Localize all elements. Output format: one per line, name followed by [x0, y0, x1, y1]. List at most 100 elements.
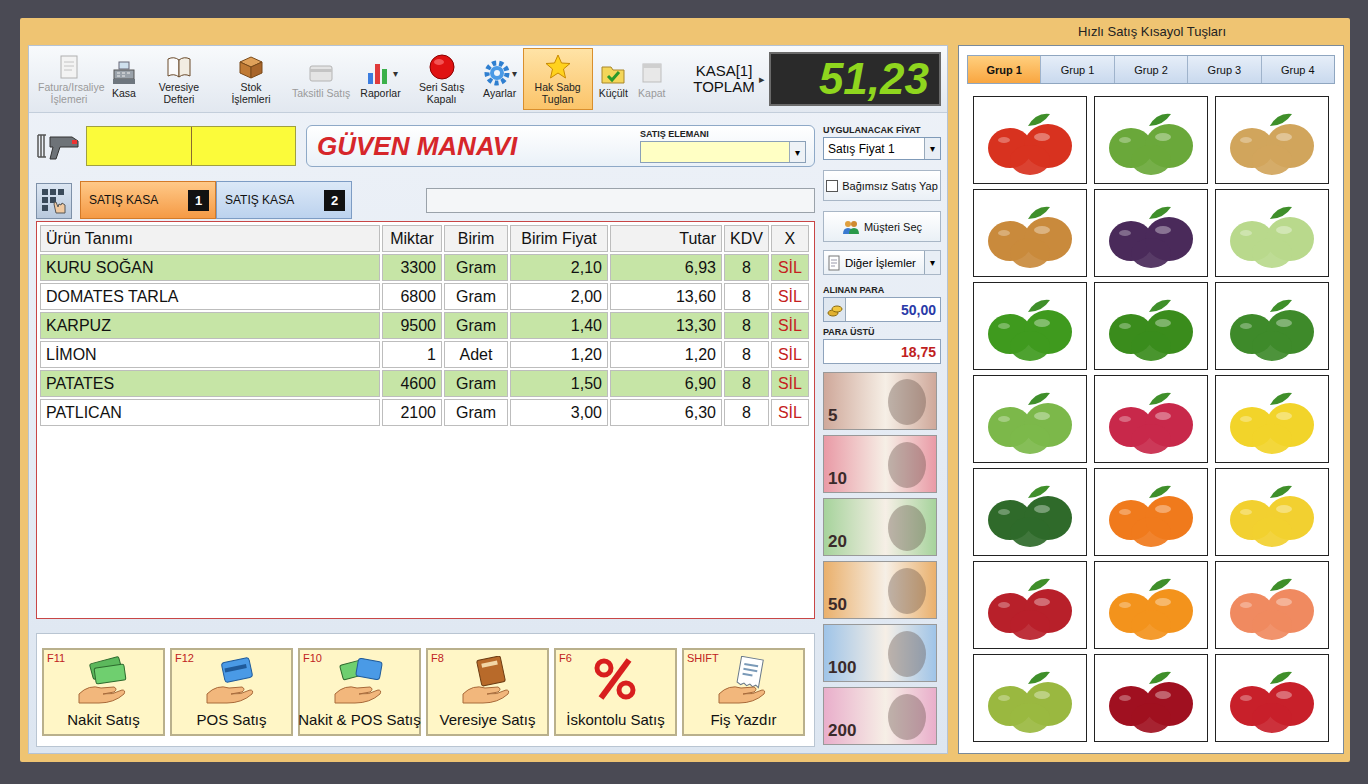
toolbar-button[interactable]: ▾Ayarlar — [479, 48, 521, 110]
delete-button[interactable]: SİL — [771, 254, 809, 281]
product-tile[interactable] — [1215, 189, 1329, 277]
product-tile[interactable] — [1215, 654, 1329, 742]
action-label: İskontolu Satış — [566, 711, 664, 728]
action-label: Veresiye Satış — [440, 711, 536, 728]
product-tile[interactable] — [1094, 468, 1208, 556]
product-tile[interactable] — [1094, 189, 1208, 277]
table-cell: 8 — [724, 312, 769, 339]
table-cell: 13,60 — [610, 283, 722, 310]
toolbar-button[interactable]: Fatura/Irsaliye İşlemeri — [34, 48, 104, 110]
toolbar-button[interactable]: ▾Raporlar — [356, 48, 404, 110]
independent-sale-toggle[interactable]: Bağımsız Satış Yap — [823, 170, 941, 201]
banknote-button[interactable]: 10 — [823, 435, 937, 493]
table-row[interactable]: PATLICAN2100Gram3,006,308SİL — [40, 399, 809, 426]
banknote-button[interactable]: 200 — [823, 687, 937, 745]
toolbar-label: Taksitli Satış — [292, 88, 350, 100]
delete-button[interactable]: SİL — [771, 283, 809, 310]
toolbar-label: Kasa — [112, 88, 136, 100]
product-tile[interactable] — [1215, 282, 1329, 370]
product-tile[interactable] — [973, 96, 1087, 184]
product-tile[interactable] — [1094, 96, 1208, 184]
toolbar-button[interactable]: Kapat — [634, 48, 670, 110]
banknote-button[interactable]: 5 — [823, 372, 937, 430]
table-row[interactable]: KARPUZ9500Gram1,4013,308SİL — [40, 312, 809, 339]
product-tile[interactable] — [973, 282, 1087, 370]
sales-person-select[interactable]: ▾ — [640, 141, 806, 163]
delete-button[interactable]: SİL — [771, 370, 809, 397]
other-actions-dropdown[interactable]: Diğer İşlemler▾ — [823, 250, 941, 275]
toolbar: Fatura/Irsaliye İşlemeri Kasa Veresiye Def… — [29, 46, 947, 113]
delete-button[interactable]: SİL — [771, 341, 809, 368]
product-tile[interactable] — [1215, 375, 1329, 463]
keypad-button[interactable] — [36, 183, 72, 219]
product-tile[interactable] — [1215, 561, 1329, 649]
banknote-button[interactable]: 100 — [823, 624, 937, 682]
table-row[interactable]: PATATES4600Gram1,506,908SİL — [40, 370, 809, 397]
product-tile[interactable] — [973, 189, 1087, 277]
action-button[interactable]: SHIFTFiş Yazdır — [682, 648, 805, 736]
product-tile[interactable] — [1094, 375, 1208, 463]
toolbar-label: Küçült — [599, 88, 628, 100]
app-window: Fatura/Irsaliye İşlemeri Kasa Veresiye Def… — [20, 18, 1350, 762]
portrait-icon — [888, 442, 926, 488]
toolbar-button[interactable]: Veresiye Defteri — [144, 48, 214, 110]
toolbar-label: Stok İşlemleri — [220, 82, 282, 106]
toolbar-button[interactable]: Stok İşlemleri — [216, 48, 286, 110]
group-tab[interactable]: Grup 2 — [1115, 56, 1188, 83]
table-cell: 8 — [724, 399, 769, 426]
action-button[interactable]: F8Veresiye Satış — [426, 648, 549, 736]
group-tab[interactable]: Grup 3 — [1188, 56, 1261, 83]
delete-button[interactable]: SİL — [771, 399, 809, 426]
barcode-input[interactable] — [86, 126, 296, 166]
banknote-button[interactable]: 50 — [823, 561, 937, 619]
toolbar-button[interactable]: Küçült — [595, 48, 632, 110]
table-row[interactable]: DOMATES TARLA6800Gram2,0013,608SİL — [40, 283, 809, 310]
shortcut-key: F11 — [47, 652, 65, 664]
product-tile[interactable] — [1215, 96, 1329, 184]
product-tile[interactable] — [973, 375, 1087, 463]
group-tab[interactable]: Grup 4 — [1262, 56, 1334, 83]
column-header: X — [771, 225, 809, 252]
box-icon — [237, 53, 265, 81]
checkbox[interactable] — [826, 180, 838, 192]
group-tab[interactable]: Grup 1 — [1041, 56, 1114, 83]
product-tile[interactable] — [973, 654, 1087, 742]
table-cell: Gram — [444, 399, 508, 426]
tab-label: SATIŞ KASA — [89, 193, 158, 207]
produce-icon — [978, 193, 1082, 273]
customer-button[interactable]: Müşteri Seç — [823, 211, 941, 242]
banknote-button[interactable]: 20 — [823, 498, 937, 556]
toolbar-button[interactable]: Taksitli Satış — [288, 48, 354, 110]
delete-button[interactable]: SİL — [771, 312, 809, 339]
toolbar-button[interactable]: Hak Sabg Tuglan — [523, 48, 593, 110]
product-tile[interactable] — [973, 561, 1087, 649]
product-tile[interactable] — [1094, 282, 1208, 370]
price-select[interactable]: Satış Fiyat 1▾ — [823, 137, 941, 160]
table-cell: Gram — [444, 254, 508, 281]
table-row[interactable]: KURU SOĞAN3300Gram2,106,938SİL — [40, 254, 809, 281]
table-cell: 1,50 — [510, 370, 608, 397]
register-tab[interactable]: SATIŞ KASA1 — [80, 181, 216, 219]
group-tab[interactable]: Grup 1 — [968, 56, 1041, 83]
portrait-icon — [888, 694, 926, 740]
action-button[interactable]: F6İskontolu Satış — [554, 648, 677, 736]
product-tile[interactable] — [1094, 654, 1208, 742]
product-tile[interactable] — [1215, 468, 1329, 556]
toolbar-label: Veresiye Defteri — [148, 82, 210, 106]
received-field[interactable]: 50,00 — [823, 297, 941, 322]
table-cell: 6,90 — [610, 370, 722, 397]
produce-icon — [1220, 379, 1324, 459]
toolbar-button[interactable]: Seri Satış Kapalı — [407, 48, 477, 110]
action-button[interactable]: F11Nakit Satış — [42, 648, 165, 736]
register-tab[interactable]: SATIŞ KASA2 — [216, 181, 352, 219]
info-field[interactable] — [426, 188, 815, 213]
table-row[interactable]: LİMON1Adet1,201,208SİL — [40, 341, 809, 368]
change-label: PARA ÜSTÜ — [823, 327, 941, 337]
banknote-value: 10 — [828, 469, 847, 489]
toolbar-button[interactable]: Kasa — [106, 48, 142, 110]
product-tile[interactable] — [973, 468, 1087, 556]
action-button[interactable]: F10Nakit & POS Satış — [298, 648, 421, 736]
action-button[interactable]: F12POS Satış — [170, 648, 293, 736]
banknote-value: 50 — [828, 595, 847, 615]
product-tile[interactable] — [1094, 561, 1208, 649]
